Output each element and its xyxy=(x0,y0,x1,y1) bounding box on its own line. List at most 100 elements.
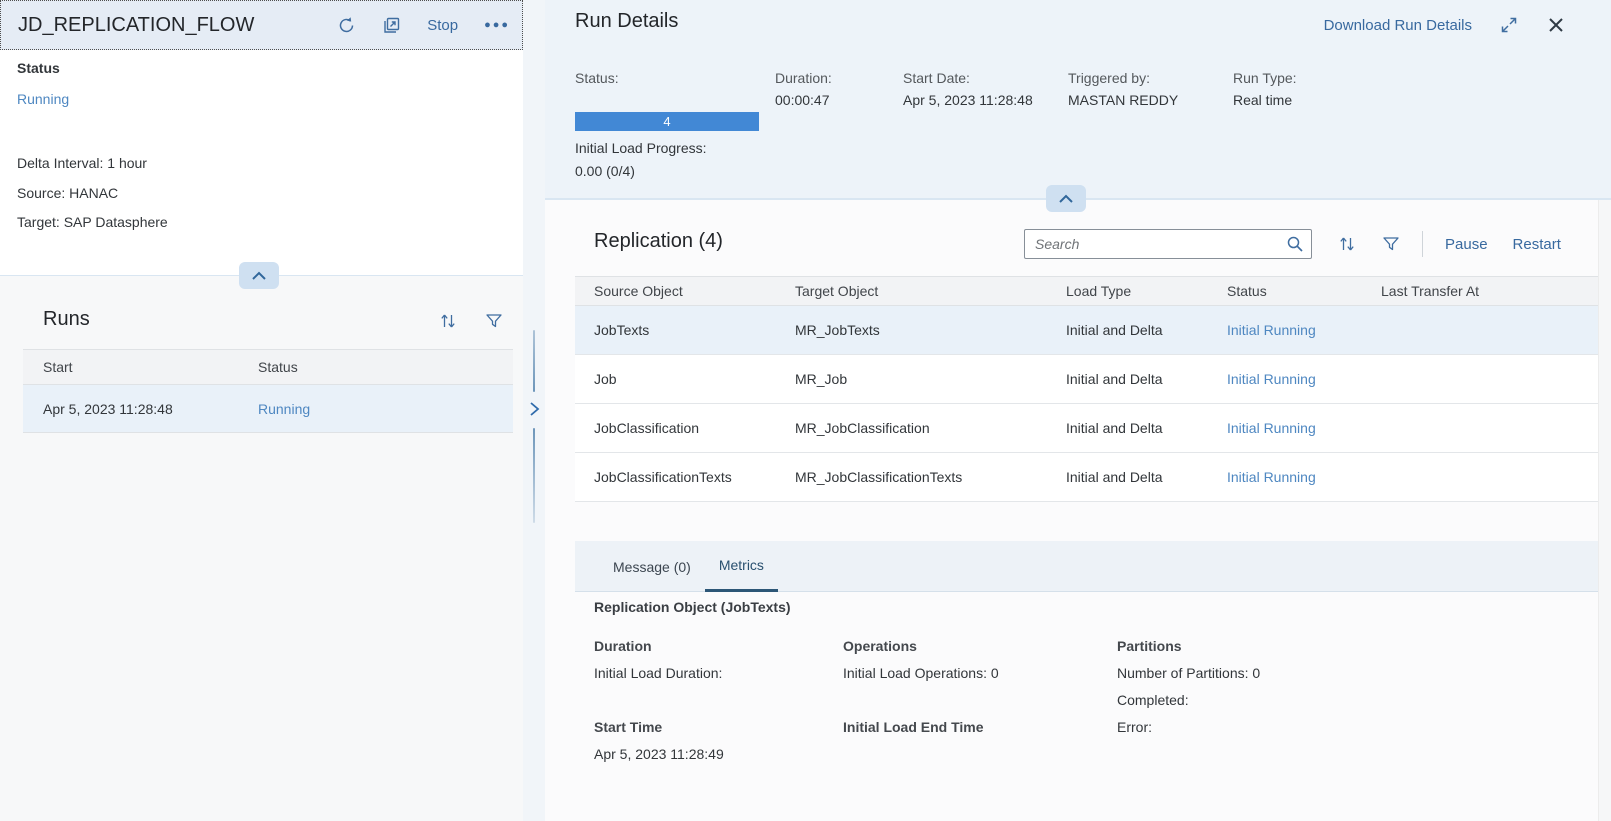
enter-fullscreen-icon[interactable] xyxy=(1500,16,1518,34)
close-icon[interactable] xyxy=(1548,17,1564,33)
error-text: Error: xyxy=(1117,719,1152,735)
run-details-header-section: Run Details Download Run Details Status:… xyxy=(545,0,1611,198)
initial-load-operations-text: Initial Load Operations: 0 xyxy=(843,665,999,681)
restart-button[interactable]: Restart xyxy=(1513,236,1561,253)
table-row[interactable]: Job MR_Job Initial and Delta Initial Run… xyxy=(575,355,1598,404)
duration-field-label: Duration: xyxy=(775,70,832,86)
load-type-cell: Initial and Delta xyxy=(1066,420,1163,436)
source-object-cell: Job xyxy=(594,371,617,387)
flow-status-link[interactable]: Running xyxy=(17,91,69,107)
chevron-up-icon xyxy=(1058,194,1074,204)
status-progress-bar: 4 xyxy=(575,112,759,131)
metrics-partitions-column: Partitions Number of Partitions: 0 Compl… xyxy=(1117,633,1260,741)
runs-col-start[interactable]: Start xyxy=(23,359,258,375)
number-of-partitions-text: Number of Partitions: 0 xyxy=(1117,665,1261,681)
runs-col-status[interactable]: Status xyxy=(258,359,513,375)
flow-monitor-panel: JD_REPLICATION_FLOW Stop ●●● Status Runn… xyxy=(0,0,523,821)
status-heading: Status xyxy=(17,60,60,76)
pause-button[interactable]: Pause xyxy=(1445,236,1488,253)
status-field-label: Status: xyxy=(575,70,619,86)
source-object-cell: JobTexts xyxy=(594,322,650,338)
target-object-cell: MR_Job xyxy=(795,371,848,387)
runs-filter-icon[interactable] xyxy=(485,312,503,330)
completed-text: Completed: xyxy=(1117,692,1189,708)
source-object-cell: JobClassificationTexts xyxy=(594,469,732,485)
delta-interval-text: Delta Interval: 1 hour xyxy=(17,155,147,171)
run-start-value: Apr 5, 2023 11:28:48 xyxy=(43,400,173,417)
splitter-grip-top xyxy=(533,330,535,392)
run-status-link[interactable]: Running xyxy=(258,401,513,417)
load-type-cell: Initial and Delta xyxy=(1066,469,1163,485)
run-type-field-value: Real time xyxy=(1233,92,1293,108)
replication-section-title: Replication (4) xyxy=(594,230,723,252)
replication-sort-icon[interactable] xyxy=(1338,235,1356,253)
stop-button[interactable]: Stop xyxy=(427,17,458,34)
details-tab-strip: Message (0) Metrics xyxy=(575,541,1598,592)
col-last-transfer-at[interactable]: Last Transfer At xyxy=(1381,283,1598,299)
overflow-menu-icon[interactable]: ●●● xyxy=(484,19,510,31)
duration-group-title: Duration xyxy=(594,638,652,654)
refresh-icon[interactable] xyxy=(337,16,356,35)
vertical-scrollbar[interactable] xyxy=(1598,200,1611,821)
initial-load-end-time-group-title: Initial Load End Time xyxy=(843,719,984,735)
target-object-cell: MR_JobClassification xyxy=(795,420,930,436)
panel-splitter[interactable] xyxy=(523,0,545,821)
replication-table: Source Object Target Object Load Type St… xyxy=(575,276,1598,502)
metrics-object-heading: Replication Object (JobTexts) xyxy=(594,599,791,615)
search-icon[interactable] xyxy=(1286,235,1304,253)
runs-section: Runs Start Status Apr 5, 2023 11:28:48 R… xyxy=(0,276,523,821)
chevron-up-icon xyxy=(251,271,267,281)
run-details-panel: Run Details Download Run Details Status:… xyxy=(545,0,1611,821)
progress-bar-value: 4 xyxy=(663,114,671,129)
runs-title: Runs xyxy=(43,308,90,330)
status-cell-link[interactable]: Initial Running xyxy=(1227,420,1381,436)
status-cell-link[interactable]: Initial Running xyxy=(1227,322,1381,338)
start-time-value: Apr 5, 2023 11:28:49 xyxy=(594,746,724,762)
source-text: Source: HANAC xyxy=(17,185,119,201)
col-load-type[interactable]: Load Type xyxy=(1066,283,1227,299)
start-date-field-label: Start Date: xyxy=(903,70,970,86)
replication-table-header: Source Object Target Object Load Type St… xyxy=(575,276,1598,306)
table-row[interactable]: JobClassification MR_JobClassification I… xyxy=(575,404,1598,453)
load-type-cell: Initial and Delta xyxy=(1066,371,1163,387)
run-type-field-label: Run Type: xyxy=(1233,70,1297,86)
col-source-object[interactable]: Source Object xyxy=(575,283,795,299)
splitter-grip-bottom xyxy=(533,428,535,523)
run-row[interactable]: Apr 5, 2023 11:28:48 Running xyxy=(23,385,513,433)
initial-load-duration-text: Initial Load Duration: xyxy=(594,665,723,681)
source-object-cell: JobClassification xyxy=(594,420,700,436)
col-status[interactable]: Status xyxy=(1227,283,1381,299)
start-date-field-value: Apr 5, 2023 11:28:48 xyxy=(903,92,1033,108)
triggered-by-field-value: MASTAN REDDY xyxy=(1068,92,1179,108)
tab-metrics[interactable]: Metrics xyxy=(704,541,778,592)
operations-group-title: Operations xyxy=(843,638,917,654)
status-cell-link[interactable]: Initial Running xyxy=(1227,371,1381,387)
flow-title: JD_REPLICATION_FLOW xyxy=(18,13,255,36)
metrics-operations-column: Operations Initial Load Operations: 0 In… xyxy=(843,633,999,741)
target-object-cell: MR_JobClassificationTexts xyxy=(795,469,963,485)
duration-field-value: 00:00:47 xyxy=(775,92,830,108)
initial-load-progress-value: 0.00 (0/4) xyxy=(575,163,635,179)
metrics-duration-column: Duration Initial Load Duration: Start Ti… xyxy=(594,633,724,768)
search-input[interactable] xyxy=(1024,229,1312,259)
runs-sort-icon[interactable] xyxy=(439,312,457,330)
initial-load-progress-label: Initial Load Progress: xyxy=(575,140,707,156)
run-details-title: Run Details xyxy=(575,10,679,32)
table-row[interactable]: JobClassificationTexts MR_JobClassificat… xyxy=(575,453,1598,502)
toolbar-separator xyxy=(1422,231,1423,257)
target-text: Target: SAP Datasphere xyxy=(17,214,168,230)
tab-message[interactable]: Message (0) xyxy=(599,541,705,592)
collapse-run-details-button[interactable] xyxy=(1046,185,1086,212)
expand-panel-chevron-right-icon[interactable] xyxy=(526,399,542,419)
download-run-details-link[interactable]: Download Run Details xyxy=(1324,17,1472,34)
start-time-group-title: Start Time xyxy=(594,719,663,735)
collapse-flow-details-button[interactable] xyxy=(239,262,279,289)
target-object-cell: MR_JobTexts xyxy=(795,322,880,338)
col-target-object[interactable]: Target Object xyxy=(795,283,1066,299)
load-type-cell: Initial and Delta xyxy=(1066,322,1163,338)
open-in-new-window-icon[interactable] xyxy=(382,16,401,35)
table-row[interactable]: JobTexts MR_JobTexts Initial and Delta I… xyxy=(575,306,1598,355)
status-cell-link[interactable]: Initial Running xyxy=(1227,469,1381,485)
replication-filter-icon[interactable] xyxy=(1382,235,1400,253)
runs-table: Start Status Apr 5, 2023 11:28:48 Runnin… xyxy=(23,349,513,433)
